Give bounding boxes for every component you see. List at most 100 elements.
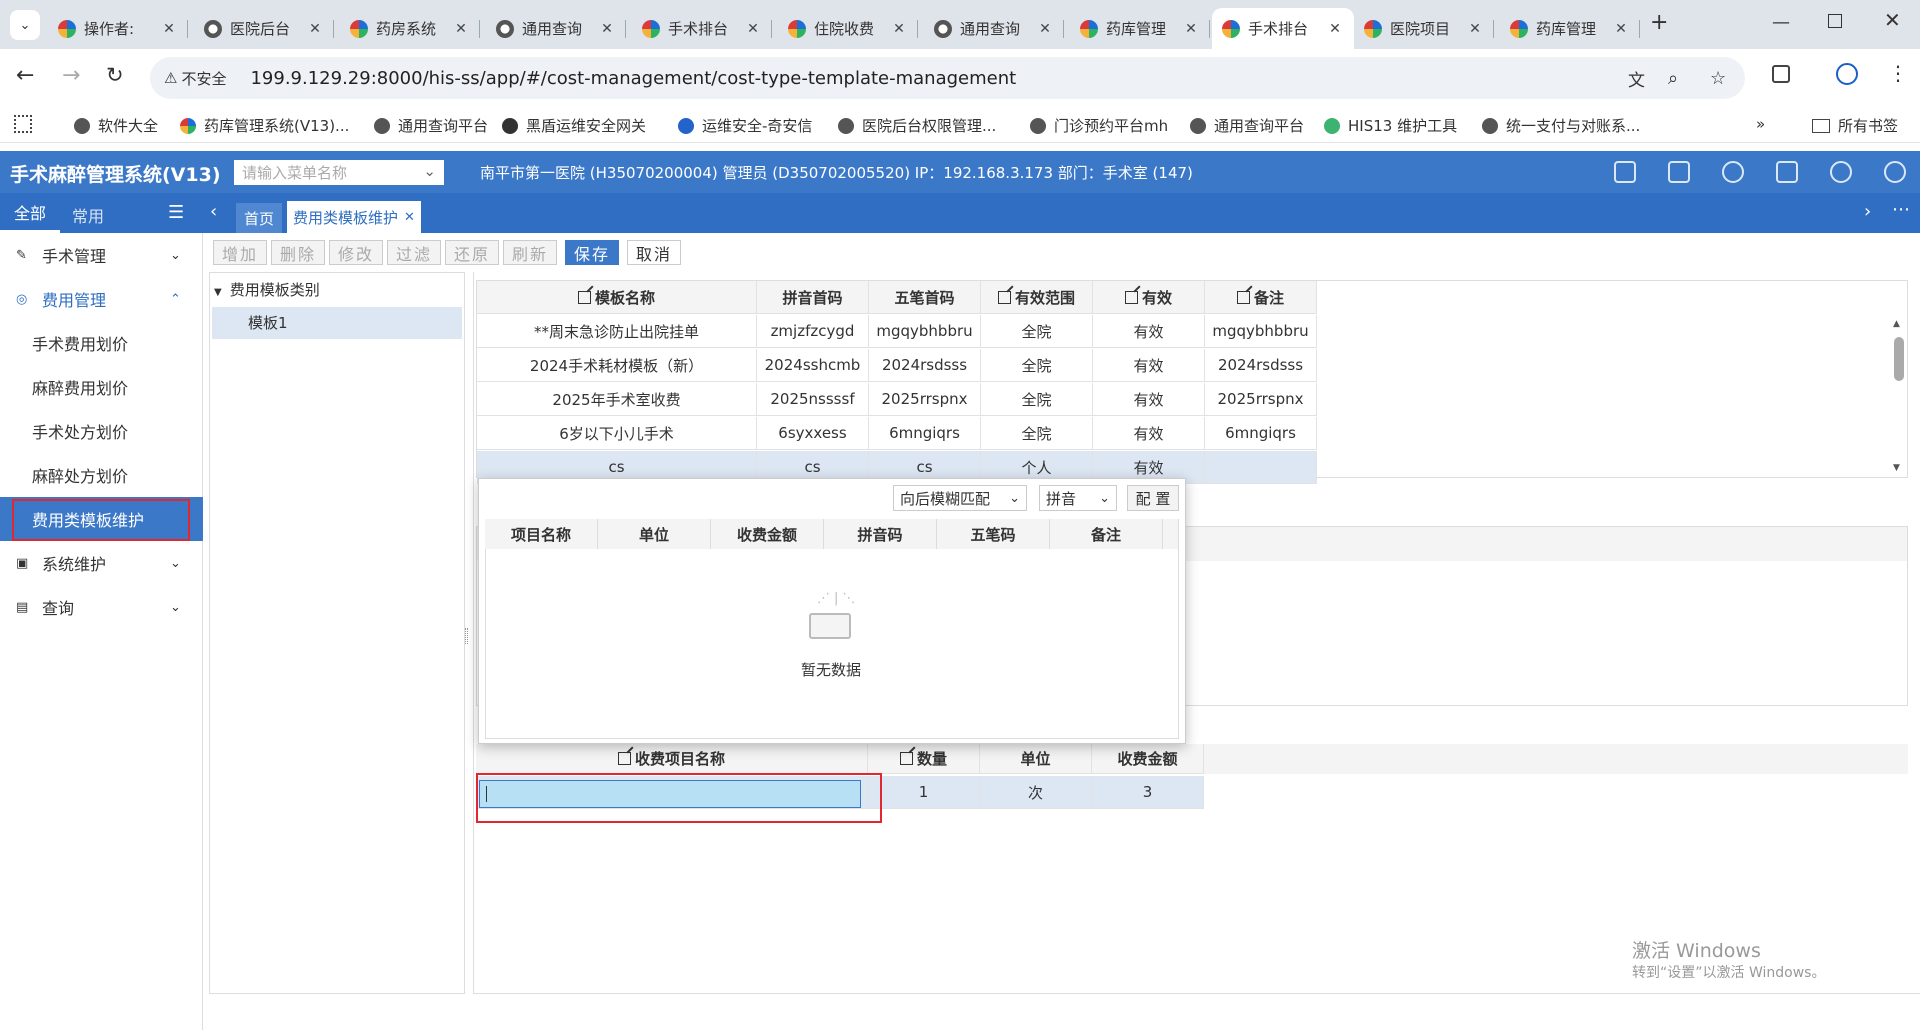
sidebar-group-system[interactable]: ▣ 系统维护 ⌄ [0,541,203,585]
table-cell[interactable]: zmjzfzcygd [757,315,869,348]
nav-more-icon[interactable]: ⋯ [1892,199,1910,220]
browser-tab[interactable]: 通用查询 ✕ [486,8,626,49]
delete-button[interactable]: 删除 [271,240,326,265]
column-header[interactable]: 五笔首码 [869,281,981,314]
input-mode-select[interactable]: 拼音 ⌄ [1039,485,1117,511]
translate-icon[interactable]: 文 [1628,66,1645,91]
browser-tab[interactable]: 操作者: ✕ [48,8,188,49]
browser-tab[interactable]: 药房系统 ✕ [340,8,480,49]
table-cell[interactable]: mgqybhbbru [1205,315,1317,348]
save-button[interactable]: 保存 [565,240,620,265]
reload-icon[interactable]: ↻ [106,63,124,87]
tree-root[interactable]: ▼ 费用模板类别 [214,279,320,300]
sidebar-group-surgery[interactable]: ✎ 手术管理 ⌄ [0,233,203,277]
close-icon[interactable]: ✕ [306,21,324,37]
apps-grid-icon[interactable] [14,115,32,133]
bookmark-item[interactable]: 门诊预约平台mh [1030,115,1168,136]
gear-icon[interactable] [1884,161,1906,183]
table-cell[interactable]: 全院 [981,383,1093,416]
zoom-icon[interactable]: ⌕ [1668,68,1678,89]
table-cell[interactable]: 6岁以下小儿手术 [477,417,757,450]
column-header[interactable]: 有效 [1093,281,1205,314]
close-icon[interactable]: ✕ [1466,21,1484,37]
popup-column-header[interactable]: 拼音码 [824,519,937,549]
sidebar-item-anesthesia-fee[interactable]: 麻醉费用划价 [0,365,203,409]
table-cell[interactable]: 2024sshcmb [757,349,869,382]
tab-common[interactable]: 常用 [72,203,104,227]
column-header[interactable]: 模板名称 [477,281,757,314]
sidebar-item-surgery-fee[interactable]: 手术费用划价 [0,321,203,365]
address-bar[interactable]: ⚠ 不安全 199.9.129.29:8000/his-ss/app/#/cos… [150,57,1745,99]
popup-column-header[interactable]: 备注 [1050,519,1163,549]
presentation-icon[interactable] [1668,161,1690,183]
table-cell[interactable]: 有效 [1093,417,1205,450]
cancel-button[interactable]: 取消 [627,240,682,265]
table-cell[interactable]: 2025年手术室收费 [477,383,757,416]
table-cell[interactable]: 全院 [981,349,1093,382]
sidebar-item-anesthesia-rx[interactable]: 麻醉处方划价 [0,453,203,497]
browser-tab[interactable]: 医院项目 ✕ [1354,8,1494,49]
star-icon[interactable]: ☆ [1710,68,1726,89]
close-icon[interactable]: ✕ [598,21,616,37]
filter-button[interactable]: 过滤 [387,240,442,265]
extensions-icon[interactable] [1772,65,1790,83]
table-cell[interactable]: 2024rsdsss [1205,349,1317,382]
bookmark-item[interactable]: 黑盾运维安全网关 [502,115,646,136]
column-header[interactable]: 有效范围 [981,281,1093,314]
document-icon[interactable] [1776,161,1798,183]
popup-column-header[interactable]: 收费金额 [711,519,824,549]
tab-cost-template[interactable]: 费用类模板维护 ✕ [287,201,421,233]
table-cell[interactable]: 有效 [1093,315,1205,348]
close-icon[interactable]: ✕ [1326,21,1344,37]
add-button[interactable]: 增加 [213,240,268,265]
restore-button[interactable] [1828,14,1842,28]
menu-search-input[interactable]: 请输入菜单名称 ⌄ [234,160,444,185]
close-icon[interactable]: ✕ [1612,21,1630,37]
bookmark-item[interactable]: 药库管理系统(V13)... [180,115,349,136]
profile-icon[interactable] [1836,63,1858,85]
bookmark-item[interactable]: HIS13 维护工具 [1324,115,1457,136]
browser-tab[interactable]: 药库管理 ✕ [1070,8,1210,49]
back-icon[interactable]: ← [16,63,34,88]
hand-icon[interactable] [1722,161,1744,183]
browser-tab[interactable]: 手术排台 ✕ [632,8,772,49]
column-header[interactable]: 收费项目名称 [476,744,868,774]
all-bookmarks[interactable]: 所有书签 [1812,115,1898,136]
table-cell[interactable]: 2025rrspnx [1205,383,1317,416]
browser-tab[interactable]: 药库管理 ✕ [1500,8,1640,49]
close-icon[interactable]: ✕ [452,21,470,37]
close-icon[interactable]: ✕ [1182,21,1200,37]
table-cell[interactable]: 有效 [1093,383,1205,416]
close-icon[interactable]: ✕ [160,21,178,37]
bookmark-item[interactable]: 通用查询平台 [1190,115,1304,136]
browser-tab[interactable]: 医院后台 ✕ [194,8,334,49]
browser-tab[interactable]: 手术排台 ✕ [1212,8,1354,49]
tab-all[interactable]: 全部 [0,193,60,233]
new-tab-button[interactable]: + [1650,10,1668,35]
column-header[interactable]: 数量 [868,744,980,774]
table-cell[interactable]: 2024rsdsss [869,349,981,382]
splitter-handle[interactable] [465,628,468,644]
url-text[interactable]: 199.9.129.29:8000/his-ss/app/#/cost-mana… [250,68,1016,89]
close-icon[interactable]: ✕ [1036,21,1054,37]
popup-column-header[interactable]: 单位 [598,519,711,549]
close-icon[interactable]: ✕ [890,21,908,37]
modify-button[interactable]: 修改 [329,240,384,265]
forward-icon[interactable]: → [62,63,80,88]
item-cell-qty[interactable]: 1 [868,776,980,809]
browser-tab[interactable]: 住院收费 ✕ [778,8,918,49]
table-cell[interactable]: 6syxxess [757,417,869,450]
bookmark-item[interactable]: 医院后台权限管理... [838,115,996,136]
tab-home[interactable]: 首页 [236,203,283,233]
minimize-button[interactable]: — [1772,12,1790,33]
table-cell[interactable]: 2025rrspnx [869,383,981,416]
close-window-button[interactable]: ✕ [1884,8,1901,32]
bookmark-item[interactable]: 软件大全 [74,115,158,136]
match-mode-select[interactable]: 向后模糊匹配 ⌄ [893,485,1027,511]
bookmarks-more[interactable]: » [1756,115,1765,133]
table-cell[interactable]: 全院 [981,315,1093,348]
table-cell[interactable]: 2025nssssf [757,383,869,416]
nav-next-icon[interactable]: › [1864,201,1871,222]
tree-node-template1[interactable]: 模板1 [212,307,462,339]
table-cell[interactable]: 全院 [981,417,1093,450]
